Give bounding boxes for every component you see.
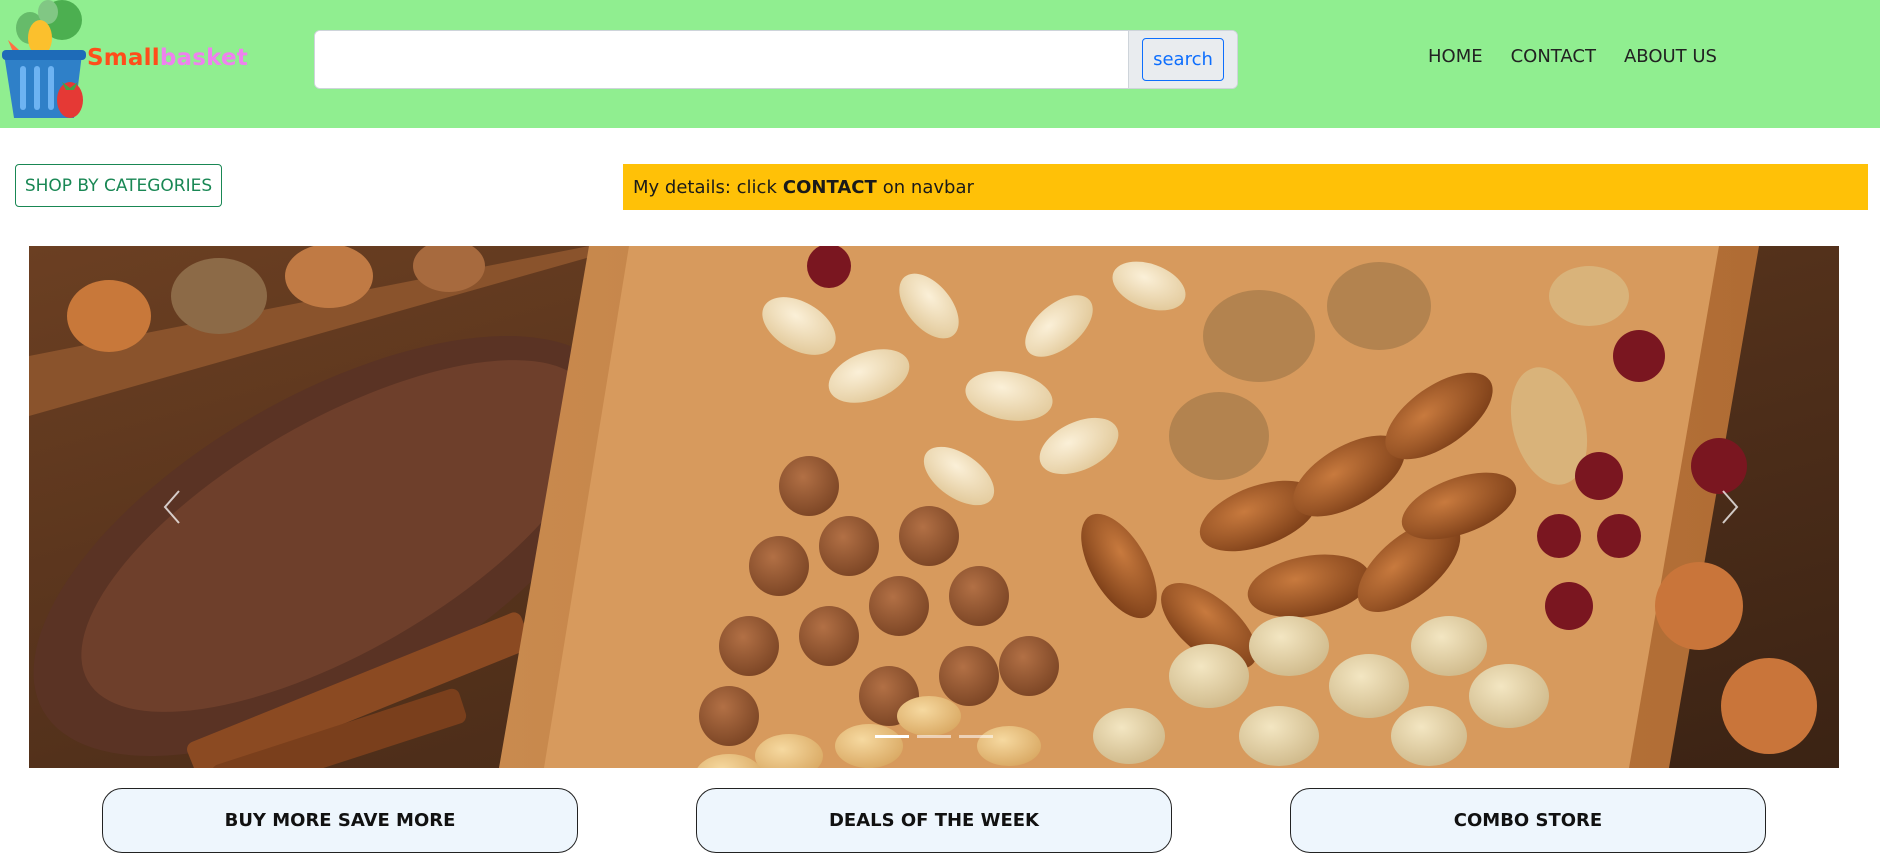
brand-name-basket: basket bbox=[159, 45, 248, 71]
carousel-slide-image bbox=[29, 246, 1839, 768]
nav-contact-link[interactable]: CONTACT bbox=[1511, 46, 1596, 67]
buy-more-save-more-button[interactable]: BUY MORE SAVE MORE bbox=[102, 788, 578, 853]
chevron-left-icon bbox=[163, 490, 180, 524]
deals-of-the-week-button[interactable]: DEALS OF THE WEEK bbox=[696, 788, 1172, 853]
carousel-indicator-1[interactable] bbox=[875, 735, 909, 738]
chevron-right-icon bbox=[1722, 490, 1739, 524]
basket-logo-icon bbox=[2, 0, 86, 118]
carousel-next-button[interactable] bbox=[1711, 482, 1751, 532]
carousel-prev-button[interactable] bbox=[151, 482, 191, 532]
alert-prefix: My details: click bbox=[633, 176, 777, 198]
shop-by-categories-button[interactable]: SHOP BY CATEGORIES bbox=[15, 164, 222, 207]
nav-links: HOME CONTACT ABOUT US bbox=[1428, 46, 1745, 67]
navbar: Smallbasket search HOME CONTACT ABOUT US bbox=[0, 0, 1880, 128]
search-addon: search bbox=[1128, 31, 1237, 88]
carousel-indicators bbox=[875, 735, 993, 738]
search-bar: search bbox=[314, 30, 1238, 89]
nav-home-link[interactable]: HOME bbox=[1428, 46, 1483, 67]
brand[interactable]: Smallbasket bbox=[0, 0, 248, 124]
hero-carousel bbox=[29, 246, 1839, 768]
alert-emphasis: CONTACT bbox=[782, 176, 877, 198]
carousel-indicator-3[interactable] bbox=[959, 735, 993, 738]
search-input[interactable] bbox=[315, 31, 1128, 88]
brand-name[interactable]: Smallbasket bbox=[87, 45, 248, 71]
contact-alert: My details: click CONTACT on navbar bbox=[623, 164, 1868, 210]
carousel-indicator-2[interactable] bbox=[917, 735, 951, 738]
alert-suffix: on navbar bbox=[882, 176, 974, 198]
brand-name-small: Small bbox=[87, 45, 160, 71]
combo-store-button[interactable]: COMBO STORE bbox=[1290, 788, 1766, 853]
search-button[interactable]: search bbox=[1142, 38, 1224, 81]
nav-about-link[interactable]: ABOUT US bbox=[1624, 46, 1717, 67]
